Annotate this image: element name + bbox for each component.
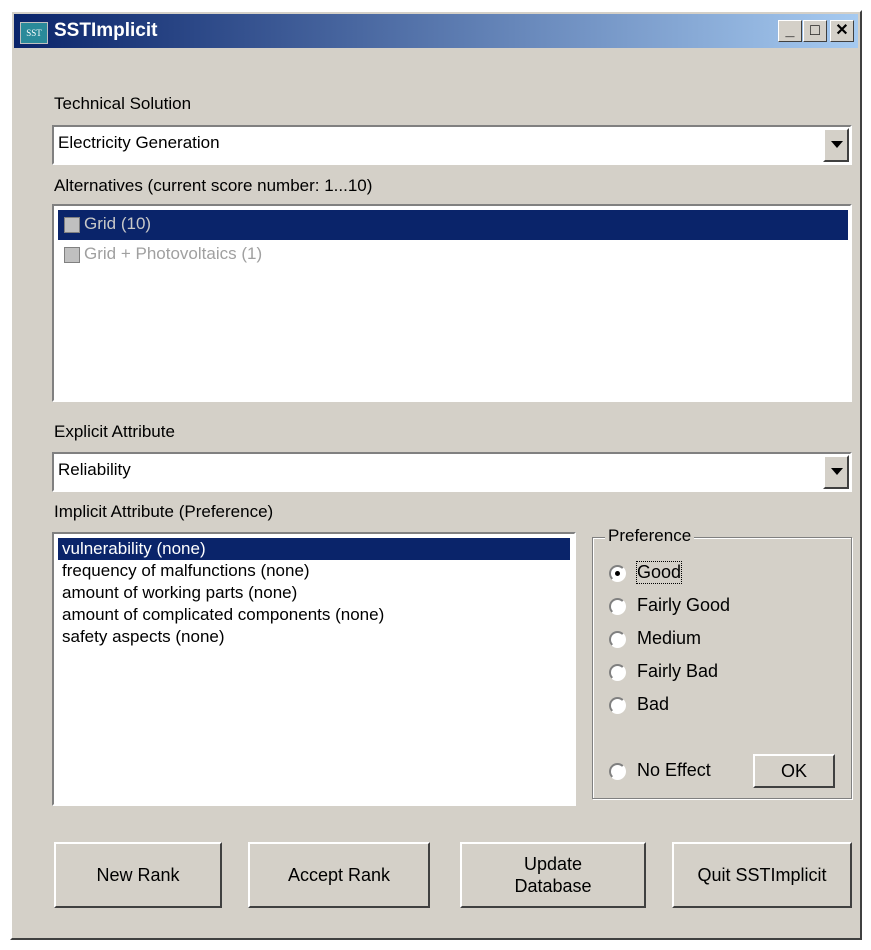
ok-button[interactable]: OK [753, 754, 835, 788]
radio-label: Fairly Good [637, 595, 731, 615]
new-rank-button[interactable]: New Rank [54, 842, 222, 908]
ok-button-label: OK [780, 761, 807, 781]
chevron-down-icon [831, 141, 843, 148]
radio-icon[interactable] [609, 664, 626, 681]
technical-solution-label: Technical Solution [54, 94, 192, 113]
radio-icon[interactable] [609, 763, 626, 780]
implicit-item-amount-of-complicated-components[interactable]: amount of complicated components (none) [58, 604, 570, 626]
implicit-item-frequency-of-malfunctions[interactable]: frequency of malfunctions (none) [58, 560, 570, 582]
app-icon: SST [20, 22, 48, 44]
alternative-checkbox[interactable] [64, 217, 80, 233]
implicit-attribute-list[interactable]: vulnerability (none) frequency of malfun… [52, 532, 576, 806]
preference-groupbox: Preference Good Fairly Good Medium Fairl… [592, 526, 852, 799]
sstimplicit-window: SST SSTImplicit _ □ ✕ Technical Solution… [10, 10, 862, 940]
close-icon: ✕ [835, 22, 849, 39]
alternative-item-grid-photovoltaics[interactable]: Grid + Photovoltaics (1) [58, 240, 848, 270]
technical-solution-value: Electricity Generation [58, 133, 220, 152]
radio-icon[interactable] [609, 598, 626, 615]
radio-icon[interactable] [609, 697, 626, 714]
update-database-button[interactable]: Update Database [460, 842, 646, 908]
chevron-down-icon [831, 468, 843, 475]
new-rank-label: New Rank [96, 865, 180, 885]
radio-label: Bad [637, 694, 670, 714]
accept-rank-button[interactable]: Accept Rank [248, 842, 430, 908]
radio-icon[interactable] [609, 631, 626, 648]
minimize-icon: _ [785, 22, 795, 39]
alternative-item-grid[interactable]: Grid (10) [58, 210, 848, 240]
radio-label: Medium [637, 628, 702, 648]
radio-selected-icon[interactable] [609, 565, 626, 582]
radio-label: Good [635, 561, 683, 584]
alternatives-label: Alternatives (current score number: 1...… [54, 176, 373, 195]
implicit-attribute-label: Implicit Attribute (Preference) [54, 502, 274, 521]
implicit-item-vulnerability[interactable]: vulnerability (none) [58, 538, 570, 560]
radio-label: No Effect [637, 760, 711, 780]
accept-rank-label: Accept Rank [287, 865, 391, 885]
alternative-label: Grid + Photovoltaics (1) [84, 244, 263, 263]
explicit-attribute-label: Explicit Attribute [54, 422, 175, 441]
window-title: SSTImplicit [54, 20, 158, 41]
maximize-button[interactable]: □ [803, 20, 827, 42]
explicit-attribute-combo[interactable]: Reliability [52, 452, 852, 492]
close-button[interactable]: ✕ [830, 20, 854, 42]
explicit-attribute-dropdown-button[interactable] [823, 455, 849, 489]
technical-solution-dropdown-button[interactable] [823, 128, 849, 162]
alternative-checkbox[interactable] [64, 247, 80, 263]
alternative-label: Grid (10) [84, 214, 152, 233]
quit-button[interactable]: Quit SSTImplicit [672, 842, 852, 908]
maximize-icon: □ [810, 22, 820, 39]
radio-label: Fairly Bad [637, 661, 719, 681]
technical-solution-combo[interactable]: Electricity Generation [52, 125, 852, 165]
preference-group-label: Preference [605, 526, 695, 546]
alternatives-list[interactable]: Grid (10) Grid + Photovoltaics (1) [52, 204, 852, 402]
implicit-item-safety-aspects[interactable]: safety aspects (none) [58, 626, 570, 648]
explicit-attribute-value: Reliability [58, 460, 131, 479]
quit-label: Quit SSTImplicit [697, 865, 827, 885]
title-bar[interactable]: SST SSTImplicit _ □ ✕ [14, 14, 858, 48]
minimize-button[interactable]: _ [778, 20, 802, 42]
update-database-label: Update Database [514, 854, 592, 896]
implicit-item-amount-of-working-parts[interactable]: amount of working parts (none) [58, 582, 570, 604]
